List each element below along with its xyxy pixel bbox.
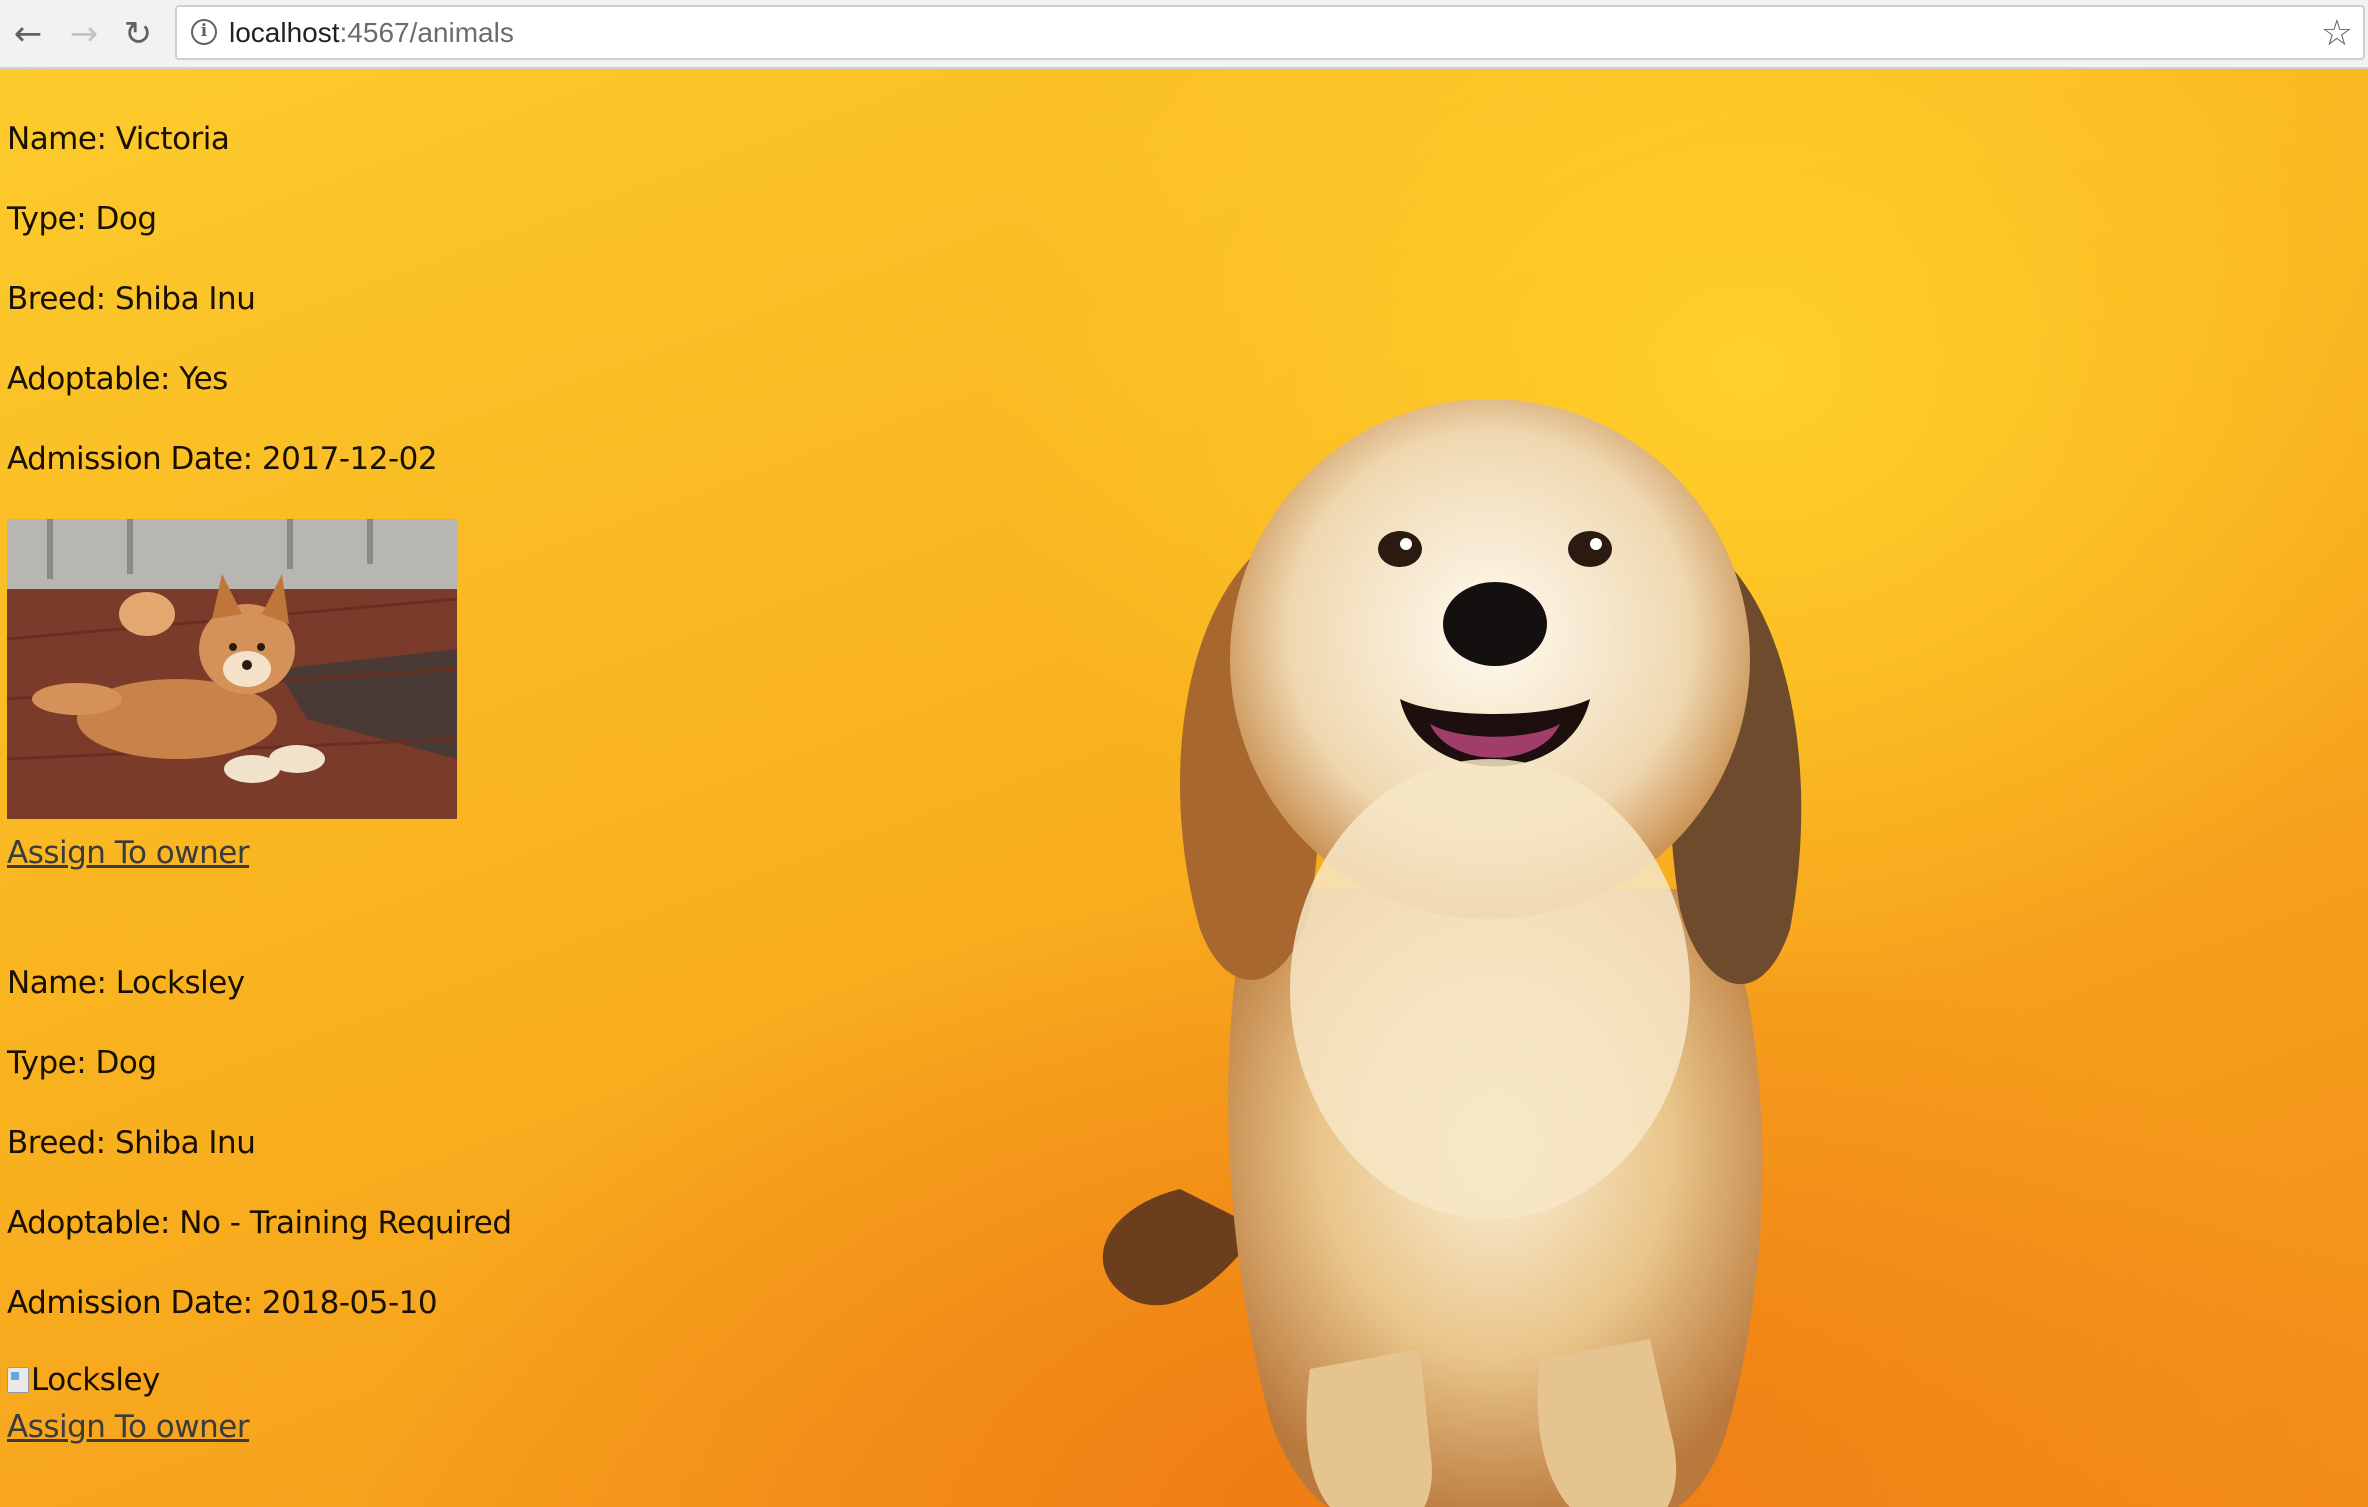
animal-type: Type: Dog [7, 201, 157, 237]
animal-adoptable: Adoptable: No - Training Required [7, 1205, 512, 1241]
image-alt-text: Locksley [31, 1362, 160, 1398]
animal-admission-date: Admission Date: 2018-05-10 [7, 1285, 438, 1321]
broken-image-icon [7, 1367, 29, 1393]
site-info-icon[interactable]: i [191, 19, 217, 45]
animals-page: Name: Victoria Type: Dog Breed: Shiba In… [0, 69, 2368, 1507]
url-text[interactable]: localhost:4567/animals [229, 17, 514, 49]
animal-type: Type: Dog [7, 1045, 157, 1081]
animal-admission-date: Admission Date: 2017-12-02 [7, 441, 438, 477]
back-arrow-icon[interactable]: ← [6, 12, 50, 56]
animal-name: Name: Locksley [7, 965, 245, 1001]
animal-adoptable: Adoptable: Yes [7, 361, 228, 397]
url-host: localhost [229, 17, 340, 48]
animal-breed: Breed: Shiba Inu [7, 1125, 256, 1161]
assign-to-owner-link[interactable]: Assign To owner [7, 1409, 250, 1445]
broken-animal-photo: Locksley [7, 1360, 160, 1400]
assign-to-owner-link[interactable]: Assign To owner [7, 835, 250, 871]
browser-toolbar: ← → ↻ i localhost:4567/animals ☆ [0, 0, 2368, 69]
bookmark-star-icon[interactable]: ☆ [2321, 13, 2353, 54]
url-path: :4567/animals [339, 17, 514, 48]
address-bar[interactable]: i localhost:4567/animals ☆ [175, 5, 2365, 60]
animal-name: Name: Victoria [7, 121, 230, 157]
background-dog-image [1102, 399, 1802, 1507]
animal-photo [7, 519, 457, 819]
forward-arrow-icon[interactable]: → [62, 12, 106, 56]
animal-breed: Breed: Shiba Inu [7, 281, 256, 317]
reload-icon[interactable]: ↻ [116, 12, 160, 56]
